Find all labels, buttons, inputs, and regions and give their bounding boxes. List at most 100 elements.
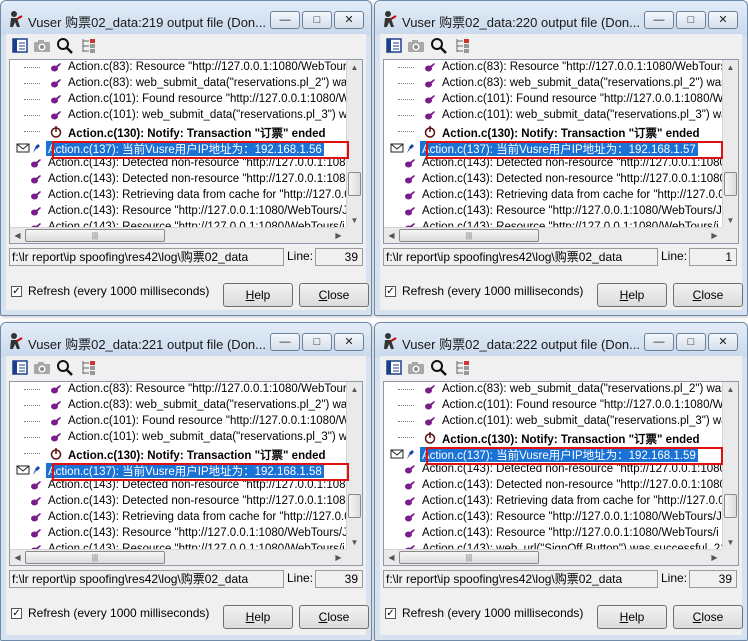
camera-icon[interactable] — [407, 359, 425, 376]
scroll-right-icon[interactable]: ▶ — [707, 228, 722, 243]
hscroll-thumb[interactable]: ||| — [25, 551, 165, 564]
log-line[interactable]: Action.c(130): Notify: Transaction "订票" … — [10, 446, 346, 462]
log-line[interactable]: Action.c(137): 当前Vusre用户IP地址为：192.168.1.… — [10, 140, 346, 156]
scroll-down-icon[interactable]: ▼ — [347, 213, 362, 228]
log-view-icon[interactable] — [11, 359, 29, 376]
title-bar[interactable]: Vuser 购票02_data:220 output file (Don... … — [375, 1, 747, 35]
log-line[interactable]: Action.c(101): web_submit_data("reservat… — [384, 414, 722, 430]
close-button[interactable]: Close — [673, 605, 743, 629]
log-line[interactable]: Action.c(83): web_submit_data("reservati… — [384, 76, 722, 92]
scroll-up-icon[interactable]: ▲ — [723, 382, 738, 397]
title-bar[interactable]: Vuser 购票02_data:222 output file (Don... … — [375, 323, 747, 357]
scroll-thumb[interactable] — [348, 494, 361, 518]
log-line[interactable]: Action.c(83): web_submit_data("reservati… — [10, 76, 346, 92]
log-line[interactable]: Action.c(101): web_submit_data("reservat… — [384, 108, 722, 124]
log-line[interactable]: Action.c(143): Resource "http://127.0.0.… — [384, 526, 722, 542]
log-line[interactable]: Action.c(143): Retrieving data from cach… — [384, 188, 722, 204]
scroll-down-icon[interactable]: ▼ — [723, 213, 738, 228]
scroll-thumb[interactable] — [724, 172, 737, 196]
minimize-button[interactable]: — — [270, 333, 300, 351]
log-line[interactable]: Action.c(83): Resource "http://127.0.0.1… — [10, 60, 346, 76]
log-line[interactable]: Action.c(83): Resource "http://127.0.0.1… — [10, 382, 346, 398]
scroll-up-icon[interactable]: ▲ — [723, 60, 738, 75]
horizontal-scrollbar[interactable]: ◀ ||| ▶ — [384, 549, 722, 565]
log-viewer[interactable]: Action.c(83): web_submit_data("reservati… — [383, 381, 739, 566]
maximize-button[interactable]: □ — [302, 11, 332, 29]
help-button[interactable]: Help — [223, 605, 293, 629]
log-line[interactable]: Action.c(101): Found resource "http://12… — [384, 398, 722, 414]
log-line[interactable]: Action.c(143): Detected non-resource "ht… — [10, 494, 346, 510]
find-icon[interactable] — [56, 37, 74, 54]
log-line[interactable]: Action.c(83): web_submit_data("reservati… — [384, 382, 722, 398]
log-line[interactable]: Action.c(143): Resource "http://127.0.0.… — [384, 204, 722, 220]
maximize-button[interactable]: □ — [676, 11, 706, 29]
camera-icon[interactable] — [33, 37, 51, 54]
scroll-up-icon[interactable]: ▲ — [347, 60, 362, 75]
refresh-checkbox[interactable]: ✓ — [385, 608, 396, 619]
log-viewer[interactable]: Action.c(83): Resource "http://127.0.0.1… — [9, 381, 363, 566]
log-line[interactable]: Action.c(130): Notify: Transaction "订票" … — [384, 124, 722, 140]
vertical-scrollbar[interactable]: ▲ ▼ — [722, 382, 738, 550]
scroll-right-icon[interactable]: ▶ — [707, 550, 722, 565]
hscroll-thumb[interactable]: ||| — [399, 551, 539, 564]
log-line[interactable]: Action.c(143): Resource "http://127.0.0.… — [10, 526, 346, 542]
scroll-thumb[interactable] — [348, 172, 361, 196]
help-button[interactable]: Help — [597, 283, 667, 307]
log-line[interactable]: Action.c(101): web_submit_data("reservat… — [10, 108, 346, 124]
log-line[interactable]: Action.c(137): 当前Vusre用户IP地址为：192.168.1.… — [384, 446, 722, 462]
close-window-button[interactable]: ✕ — [708, 333, 738, 351]
log-line[interactable]: Action.c(143): Detected non-resource "ht… — [10, 478, 346, 494]
log-line[interactable]: Action.c(143): Detected non-resource "ht… — [10, 156, 346, 172]
log-line[interactable]: Action.c(83): web_submit_data("reservati… — [10, 398, 346, 414]
scroll-up-icon[interactable]: ▲ — [347, 382, 362, 397]
scroll-down-icon[interactable]: ▼ — [723, 535, 738, 550]
scroll-right-icon[interactable]: ▶ — [331, 228, 346, 243]
close-button[interactable]: Close — [299, 283, 369, 307]
log-line[interactable]: Action.c(143): Resource "http://127.0.0.… — [384, 510, 722, 526]
tree-filter-icon[interactable] — [79, 37, 97, 54]
horizontal-scrollbar[interactable]: ◀ ||| ▶ — [10, 549, 346, 565]
log-line[interactable]: Action.c(143): Detected non-resource "ht… — [384, 462, 722, 478]
camera-icon[interactable] — [407, 37, 425, 54]
close-button[interactable]: Close — [299, 605, 369, 629]
close-window-button[interactable]: ✕ — [708, 11, 738, 29]
minimize-button[interactable]: — — [644, 11, 674, 29]
refresh-checkbox[interactable]: ✓ — [385, 286, 396, 297]
log-line[interactable]: Action.c(130): Notify: Transaction "订票" … — [384, 430, 722, 446]
help-button[interactable]: Help — [223, 283, 293, 307]
refresh-checkbox[interactable]: ✓ — [11, 608, 22, 619]
minimize-button[interactable]: — — [270, 11, 300, 29]
vertical-scrollbar[interactable]: ▲ ▼ — [722, 60, 738, 228]
find-icon[interactable] — [430, 359, 448, 376]
log-view-icon[interactable] — [385, 37, 403, 54]
log-view-icon[interactable] — [11, 37, 29, 54]
log-line[interactable]: Action.c(143): Detected non-resource "ht… — [384, 172, 722, 188]
title-bar[interactable]: Vuser 购票02_data:221 output file (Don... … — [1, 323, 371, 357]
log-line[interactable]: Action.c(143): Detected non-resource "ht… — [10, 172, 346, 188]
tree-filter-icon[interactable] — [79, 359, 97, 376]
hscroll-thumb[interactable]: ||| — [399, 229, 539, 242]
log-line[interactable]: Action.c(137): 当前Vusre用户IP地址为：192.168.1.… — [10, 462, 346, 478]
log-line[interactable]: Action.c(101): Found resource "http://12… — [10, 414, 346, 430]
minimize-button[interactable]: — — [644, 333, 674, 351]
log-line[interactable]: Action.c(143): Retrieving data from cach… — [384, 494, 722, 510]
log-line[interactable]: Action.c(143): Resource "http://127.0.0.… — [10, 204, 346, 220]
log-line[interactable]: Action.c(143): Detected non-resource "ht… — [384, 478, 722, 494]
log-line[interactable]: Action.c(143): Retrieving data from cach… — [10, 510, 346, 526]
scroll-left-icon[interactable]: ◀ — [10, 550, 25, 565]
hscroll-thumb[interactable]: ||| — [25, 229, 165, 242]
scroll-down-icon[interactable]: ▼ — [347, 535, 362, 550]
log-view-icon[interactable] — [385, 359, 403, 376]
horizontal-scrollbar[interactable]: ◀ ||| ▶ — [10, 227, 346, 243]
scroll-left-icon[interactable]: ◀ — [384, 228, 399, 243]
tree-filter-icon[interactable] — [453, 359, 471, 376]
log-line[interactable]: Action.c(101): Found resource "http://12… — [10, 92, 346, 108]
maximize-button[interactable]: □ — [676, 333, 706, 351]
log-line[interactable]: Action.c(143): Retrieving data from cach… — [10, 188, 346, 204]
find-icon[interactable] — [56, 359, 74, 376]
log-line[interactable]: Action.c(101): web_submit_data("reservat… — [10, 430, 346, 446]
log-line[interactable]: Action.c(130): Notify: Transaction "订票" … — [10, 124, 346, 140]
scroll-left-icon[interactable]: ◀ — [10, 228, 25, 243]
log-line[interactable]: Action.c(101): Found resource "http://12… — [384, 92, 722, 108]
horizontal-scrollbar[interactable]: ◀ ||| ▶ — [384, 227, 722, 243]
